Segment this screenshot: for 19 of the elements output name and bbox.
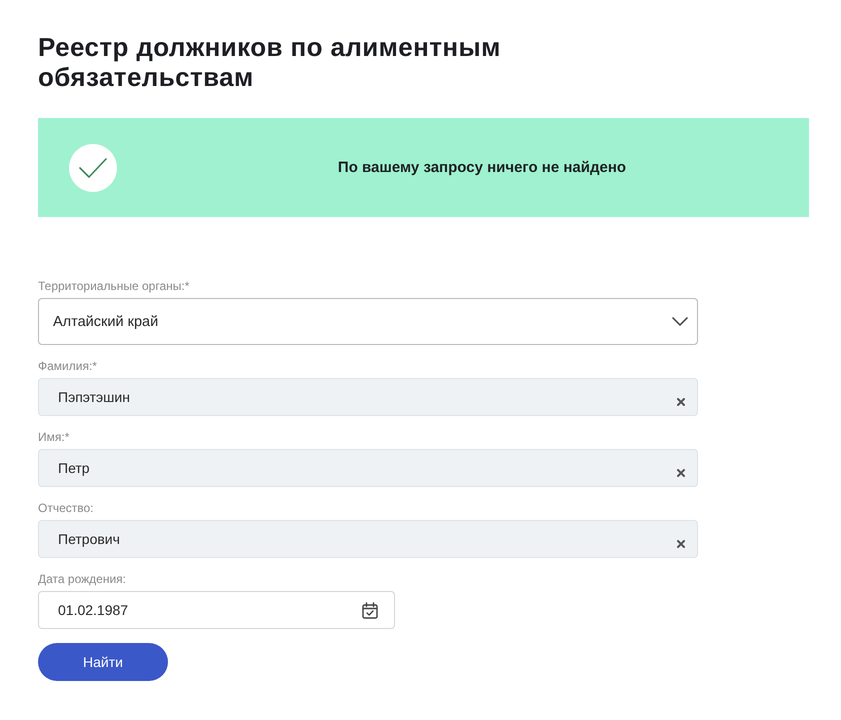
clear-icon[interactable] [677, 468, 685, 476]
calendar-icon[interactable] [362, 602, 378, 618]
chevron-down-icon [672, 317, 688, 326]
field-label: Имя:* [38, 430, 70, 444]
page-title: Реестр должников по алиментным обязательствам [38, 32, 502, 92]
text-field[interactable]: Петр [38, 449, 698, 487]
date-field[interactable]: 01.02.1987 [38, 591, 395, 629]
clear-icon[interactable] [677, 540, 685, 548]
search-button[interactable]: Найти [38, 643, 168, 681]
field-label: Фамилия:* [38, 359, 98, 373]
dropdown-field[interactable]: Алтайский край [38, 298, 698, 345]
field-label: Территориальные органы:* [38, 279, 190, 293]
text-field[interactable]: Пэпэтэшин [38, 378, 698, 416]
check-icon [69, 144, 117, 192]
field-label: Дата рождения: [38, 572, 127, 586]
clear-icon[interactable] [677, 398, 685, 406]
field-label: Отчество: [38, 501, 94, 515]
text-field[interactable]: Петрович [38, 520, 698, 558]
notice-message: По вашему запросу ничего не найдено [338, 158, 626, 176]
